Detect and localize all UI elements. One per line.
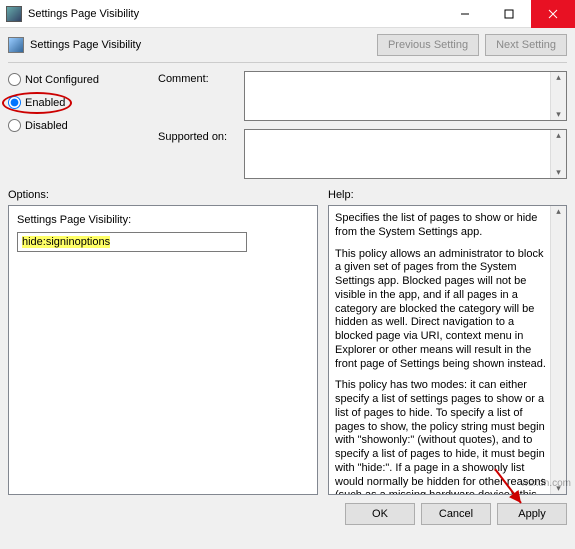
next-setting-button[interactable]: Next Setting (485, 34, 567, 56)
comment-textarea[interactable]: ▴▾ (244, 71, 567, 121)
divider (8, 62, 567, 63)
comment-label: Comment: (158, 71, 238, 121)
radio-not-configured[interactable]: Not Configured (8, 73, 148, 86)
scroll-up-icon[interactable]: ▴ (556, 206, 561, 217)
radio-not-configured-label: Not Configured (25, 74, 99, 86)
options-section-label: Options: (8, 189, 318, 201)
options-field-label: Settings Page Visibility: (17, 214, 309, 226)
settings-visibility-value: hide:signinoptions (22, 236, 110, 248)
scrollbar[interactable]: ▴▾ (550, 130, 566, 178)
radio-disabled-label: Disabled (25, 120, 68, 132)
radio-disabled[interactable]: Disabled (8, 119, 148, 132)
help-paragraph: This policy has two modes: it can either… (335, 379, 546, 494)
scrollbar[interactable]: ▴▾ (550, 206, 566, 494)
policy-title: Settings Page Visibility (30, 39, 371, 51)
window-title: Settings Page Visibility (28, 8, 443, 20)
radio-enabled-label: Enabled (25, 97, 65, 109)
options-panel: Settings Page Visibility: hide:signinopt… (8, 205, 318, 495)
minimize-button[interactable] (443, 0, 487, 28)
maximize-button[interactable] (487, 0, 531, 28)
supported-textarea[interactable]: ▴▾ (244, 129, 567, 179)
state-radios: Not Configured Enabled Disabled (8, 71, 148, 179)
dialog-buttons: OK Cancel Apply (8, 503, 567, 525)
apply-button[interactable]: Apply (497, 503, 567, 525)
settings-visibility-input[interactable]: hide:signinoptions (17, 232, 247, 252)
radio-enabled-input[interactable] (8, 96, 21, 109)
scrollbar[interactable]: ▴▾ (550, 72, 566, 120)
scroll-up-icon[interactable]: ▴ (556, 72, 561, 83)
radio-enabled[interactable]: Enabled (8, 96, 148, 109)
header-row: Settings Page Visibility Previous Settin… (8, 34, 567, 56)
supported-value (245, 130, 550, 178)
help-section-label: Help: (328, 189, 354, 201)
scroll-up-icon[interactable]: ▴ (556, 130, 561, 141)
previous-setting-button[interactable]: Previous Setting (377, 34, 479, 56)
help-text: Specifies the list of pages to show or h… (329, 206, 550, 494)
app-icon (6, 6, 22, 22)
close-button[interactable] (531, 0, 575, 28)
radio-not-configured-input[interactable] (8, 73, 21, 86)
scroll-down-icon[interactable]: ▾ (556, 109, 561, 120)
policy-icon (8, 37, 24, 53)
comment-value (245, 72, 550, 120)
ok-button[interactable]: OK (345, 503, 415, 525)
titlebar: Settings Page Visibility (0, 0, 575, 28)
help-paragraph: This policy allows an administrator to b… (335, 248, 546, 372)
scroll-down-icon[interactable]: ▾ (556, 483, 561, 494)
help-panel: Specifies the list of pages to show or h… (328, 205, 567, 495)
scroll-down-icon[interactable]: ▾ (556, 167, 561, 178)
help-paragraph: Specifies the list of pages to show or h… (335, 212, 546, 240)
radio-disabled-input[interactable] (8, 119, 21, 132)
supported-label: Supported on: (158, 129, 238, 179)
cancel-button[interactable]: Cancel (421, 503, 491, 525)
